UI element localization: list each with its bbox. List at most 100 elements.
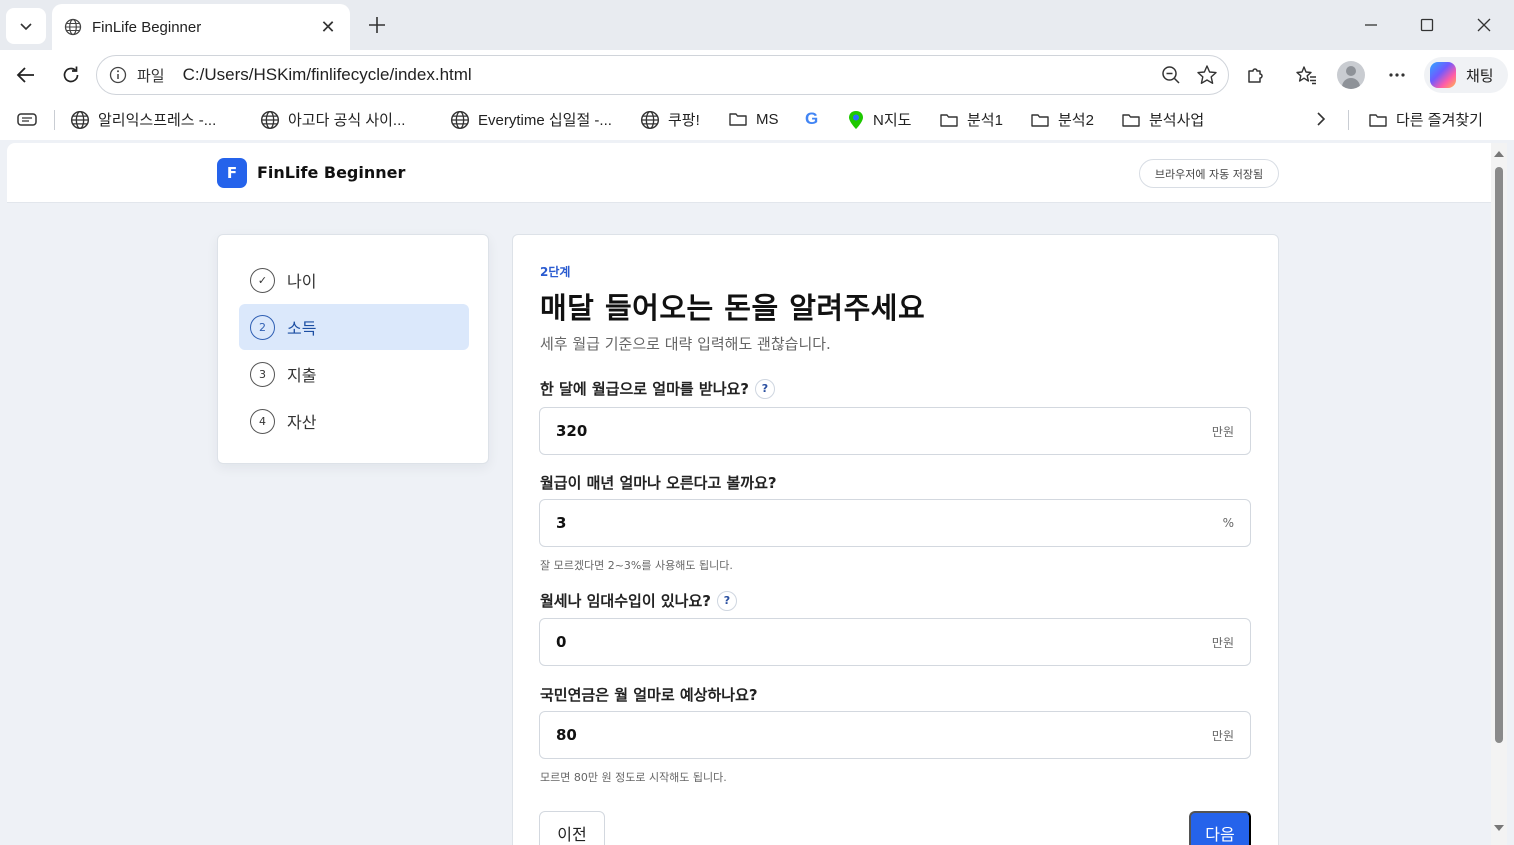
other-bookmarks-folder[interactable]: 다른 즐겨찾기: [1368, 109, 1483, 130]
tab-actions-menu-button[interactable]: [6, 8, 46, 44]
page-subtitle: 세후 월급 기준으로 대략 입력해도 괜찮습니다.: [540, 335, 831, 353]
folder-icon: [729, 113, 747, 126]
salary-growth-hint: 잘 모르겠다면 2~3%를 사용해도 됩니다.: [540, 559, 733, 572]
bookmark-coupang[interactable]: 쿠팡!: [640, 109, 700, 130]
file-scheme-label: 파일: [137, 67, 165, 85]
input-value[interactable]: 0: [556, 633, 1212, 651]
reload-icon: [63, 66, 79, 83]
minimize-button[interactable]: [1356, 10, 1386, 40]
globe-icon: [640, 110, 660, 129]
input-value[interactable]: 320: [556, 422, 1212, 440]
new-tab-button[interactable]: [364, 12, 390, 38]
step-label: 소득: [287, 319, 317, 338]
question-label-rental-income: 월세나 임대수입이 있나요? ?: [540, 590, 737, 611]
other-bookmarks-label: 다른 즐겨찾기: [1396, 112, 1483, 129]
step-label: 지출: [287, 366, 317, 385]
folder-icon: [1031, 113, 1049, 127]
maximize-button[interactable]: [1412, 10, 1442, 40]
extensions-icon[interactable]: [1241, 60, 1271, 90]
folder-icon: [1369, 113, 1387, 127]
close-window-button[interactable]: [1469, 10, 1499, 40]
page-scrollbar[interactable]: [1491, 143, 1507, 845]
steps-sidebar: ✓ 나이 2 소득 3 지출 4 자산: [217, 234, 489, 464]
step-item-expense[interactable]: 3 지출: [239, 351, 469, 397]
browser-tab-active[interactable]: FinLife Beginner ✕: [52, 4, 350, 50]
reload-button[interactable]: [56, 60, 86, 90]
favorites-list-icon[interactable]: [1291, 60, 1321, 90]
bookmark-label: MS: [756, 110, 779, 128]
bookmarks-bar: 알리익스프레스 -... 아고다 공식 사이... Everytime 십일절 …: [0, 100, 1514, 140]
input-value[interactable]: 80: [556, 726, 1212, 744]
chevron-right-icon: [1317, 112, 1326, 126]
unit-label: 만원: [1211, 728, 1234, 743]
bookmark-folder-analysis1[interactable]: 분석1: [939, 109, 1003, 130]
next-button[interactable]: 다음: [1189, 811, 1251, 845]
zoom-icon[interactable]: [1158, 62, 1184, 88]
bookmark-everytime[interactable]: Everytime 십일절 -...: [450, 109, 612, 130]
folder-icon: [1122, 113, 1140, 127]
google-icon: G: [805, 109, 819, 128]
step-number: 4: [250, 408, 275, 434]
more-options-icon[interactable]: [1382, 60, 1412, 90]
browser-tab-bar: FinLife Beginner ✕: [0, 0, 1514, 50]
question-label-salary-growth: 월급이 매년 얼마나 오른다고 볼까요?: [540, 472, 777, 493]
copilot-chat-button[interactable]: 채팅: [1424, 57, 1508, 93]
url-text[interactable]: C:/Users/HSKim/finlifecycle/index.html: [183, 65, 472, 85]
step-number: 3: [250, 361, 275, 387]
globe-icon: [64, 18, 82, 36]
salary-growth-input[interactable]: 3 %: [539, 499, 1251, 547]
chevron-down-icon: [20, 23, 32, 31]
step-item-age[interactable]: ✓ 나이: [239, 257, 469, 303]
globe-icon: [260, 110, 280, 129]
app-name: FinLife Beginner: [257, 163, 406, 182]
question-label-monthly-salary: 한 달에 월급으로 얼마를 받나요? ?: [540, 378, 775, 399]
unit-label: %: [1222, 516, 1234, 530]
globe-icon: [70, 110, 90, 129]
autosave-badge: 브라우저에 자동 저장됨: [1139, 159, 1279, 188]
browser-toolbar: 파일 C:/Users/HSKim/finlifecycle/index.htm…: [0, 50, 1514, 100]
rental-income-input[interactable]: 0 만원: [539, 618, 1251, 666]
map-pin-icon: [849, 110, 863, 129]
info-icon: [109, 66, 127, 84]
close-tab-icon[interactable]: ✕: [318, 17, 338, 38]
input-value[interactable]: 3: [556, 514, 1223, 532]
monthly-salary-input[interactable]: 320 만원: [539, 407, 1251, 455]
bookmark-google[interactable]: G: [805, 109, 818, 129]
bookmark-label: 알리익스프레스 -...: [98, 112, 217, 129]
question-text: 월급이 매년 얼마나 오른다고 볼까요?: [540, 474, 777, 492]
bookmark-label: 분석사업: [1149, 112, 1205, 129]
back-button[interactable]: [11, 60, 41, 90]
reading-list-button[interactable]: [16, 109, 38, 131]
bookmark-folder-analysis2[interactable]: 분석2: [1030, 109, 1094, 130]
bookmark-label: 분석2: [1058, 112, 1094, 129]
prev-button[interactable]: 이전: [539, 811, 605, 845]
bookmark-folder-analysis-project[interactable]: 분석사업: [1121, 109, 1204, 130]
question-text: 국민연금은 월 얼마로 예상하나요?: [540, 686, 758, 704]
address-bar[interactable]: 파일 C:/Users/HSKim/finlifecycle/index.htm…: [96, 55, 1229, 95]
scroll-down-arrow-icon[interactable]: [1494, 825, 1504, 831]
help-icon[interactable]: ?: [755, 378, 775, 399]
bookmark-label: Everytime 십일절 -...: [478, 112, 612, 129]
national-pension-input[interactable]: 80 만원: [539, 711, 1251, 759]
step-label: 나이: [287, 272, 317, 291]
profile-avatar[interactable]: [1337, 61, 1365, 89]
step-item-assets[interactable]: 4 자산: [239, 398, 469, 444]
bookmark-aliexpress[interactable]: 알리익스프레스 -...: [70, 109, 216, 130]
step-item-income[interactable]: 2 소득: [239, 304, 469, 350]
minimize-icon: [1365, 24, 1377, 26]
bookmark-naver-map[interactable]: N지도: [847, 109, 911, 130]
bookmark-label: 분석1: [967, 112, 1003, 129]
step-number: 2: [250, 314, 275, 340]
national-pension-hint: 모르면 80만 원 정도로 시작해도 됩니다.: [540, 771, 727, 784]
help-icon[interactable]: ?: [716, 590, 737, 611]
bookmark-label: 아고다 공식 사이...: [288, 112, 406, 129]
more-bookmarks-button[interactable]: [1312, 109, 1330, 129]
app-header: F FinLife Beginner 브라우저에 자동 저장됨: [7, 143, 1491, 203]
bookmark-agoda[interactable]: 아고다 공식 사이...: [260, 109, 405, 130]
scroll-up-arrow-icon[interactable]: [1494, 151, 1504, 157]
scroll-thumb[interactable]: [1495, 167, 1503, 743]
favorite-star-icon[interactable]: [1194, 62, 1220, 88]
bookmark-folder-ms[interactable]: MS: [728, 109, 779, 129]
plus-icon: [369, 17, 385, 33]
globe-icon: [450, 110, 470, 129]
